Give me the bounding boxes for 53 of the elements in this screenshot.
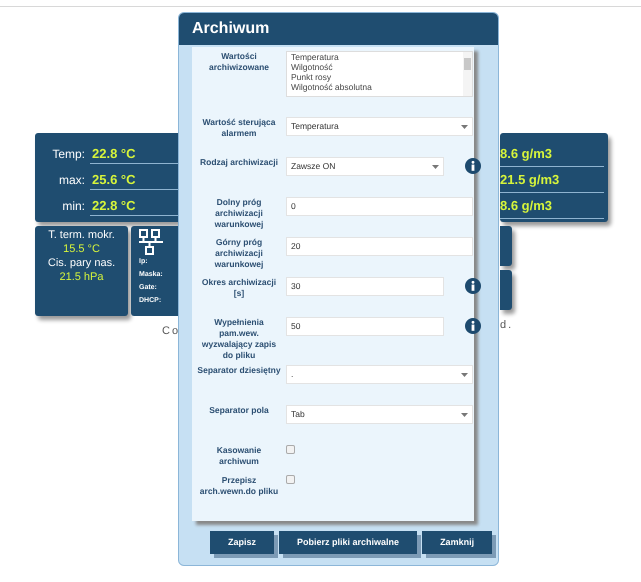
checkbox[interactable] xyxy=(286,445,295,454)
reading-label: Temp: xyxy=(51,146,86,163)
field-label: Dolny próg archiwizacji warunkowej xyxy=(214,197,264,230)
select-field[interactable]: Temperatura xyxy=(286,117,473,136)
reading-value: 15.5 °C xyxy=(63,242,100,256)
field-label: Okres archiwizacji [s] xyxy=(200,277,278,299)
tile[interactable] xyxy=(500,270,512,310)
field-label: Wartość sterująca alarmem xyxy=(202,117,276,139)
reading-value: 21.5 g/m3 xyxy=(500,167,604,193)
input-field[interactable]: 30 xyxy=(286,277,444,296)
select-field[interactable]: Tab xyxy=(286,405,473,424)
reading-label: T. term. mokr. xyxy=(48,228,115,242)
reading-label: Cis. pary nas. xyxy=(48,256,116,270)
reading-label: min: xyxy=(61,198,86,215)
info-icon[interactable] xyxy=(465,278,481,294)
field-label: Rodzaj archiwizacji xyxy=(199,157,279,168)
dialog-button[interactable]: Zamknij xyxy=(422,531,492,554)
select-field[interactable]: . xyxy=(286,365,473,384)
input-field[interactable]: 0 xyxy=(286,197,473,216)
footer-text: Co xyxy=(161,324,182,339)
caret-icon xyxy=(432,164,439,168)
footer-text: d. xyxy=(500,318,514,333)
select-field[interactable]: Zawsze ON xyxy=(286,157,444,176)
caret-icon xyxy=(461,412,468,416)
listbox[interactable]: Temperatura Wilgotność Punkt rosy Wilgotność absolutna xyxy=(286,51,473,97)
network-icon xyxy=(139,229,165,255)
input-field[interactable]: 20 xyxy=(286,237,473,256)
reading-value: 8.6 g/m3 xyxy=(500,193,604,219)
dialog-button[interactable]: Pobierz pliki archiwalne xyxy=(279,531,418,554)
reading-label: max: xyxy=(58,172,86,189)
field-label: Wypełnienia pam.wew. wyzwalający zapis do pliku xyxy=(200,317,278,361)
info-icon[interactable] xyxy=(465,318,481,334)
dialog-title: Archiwum xyxy=(179,13,498,45)
field-label: Wartości archiwizowane xyxy=(208,51,270,73)
list-option[interactable]: Wilgotność xyxy=(291,62,463,72)
list-option[interactable]: Wilgotność absolutna xyxy=(291,82,463,92)
field-label: Separator pola xyxy=(208,405,270,416)
tile[interactable] xyxy=(500,226,512,266)
field-label: Górny próg archiwizacji warunkowej xyxy=(214,237,264,270)
caret-icon xyxy=(461,372,468,376)
reading-value: 8.6 g/m3 xyxy=(500,141,604,167)
dialog-button[interactable]: Zapisz xyxy=(210,531,274,554)
field-label: Separator dziesiętny xyxy=(197,365,281,376)
field-label: Kasowanie archiwum xyxy=(216,445,262,467)
input-field[interactable]: 50 xyxy=(286,317,444,336)
caret-icon xyxy=(461,124,468,128)
reading-value: 21.5 hPa xyxy=(59,270,104,284)
field-label: Przepisz arch.wewn.do pliku xyxy=(198,475,280,497)
checkbox[interactable] xyxy=(286,475,295,484)
info-icon[interactable] xyxy=(465,158,481,174)
list-option[interactable]: Punkt rosy xyxy=(291,72,463,82)
list-option[interactable]: Temperatura xyxy=(291,52,463,62)
scrollbar[interactable] xyxy=(463,52,472,96)
